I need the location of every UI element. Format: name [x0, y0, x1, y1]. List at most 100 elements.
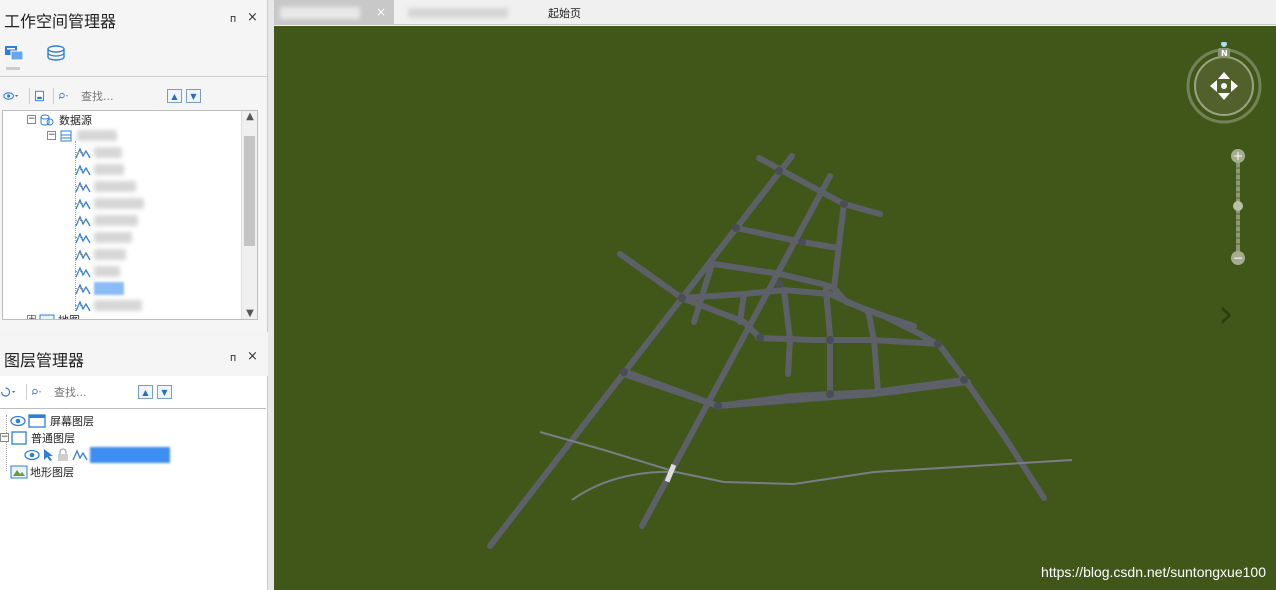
layer-prev-result-button[interactable]: ▲	[138, 385, 153, 399]
second-document-tab[interactable]	[408, 0, 518, 25]
tree-node-dataset[interactable]	[75, 246, 126, 263]
workspace-manager-panel: 工作空间管理器 ᴨ × ▲ ▼ −	[0, 0, 268, 332]
road-junction	[714, 402, 722, 410]
collapse-toggle[interactable]: −	[0, 433, 9, 442]
tree-node-map[interactable]: + 地图	[27, 311, 80, 320]
layer-search-options-button[interactable]	[26, 384, 42, 400]
window-icon	[28, 413, 46, 428]
road-segment	[781, 287, 794, 377]
layer-group-icon	[11, 430, 27, 445]
start-page-tab-label: 起始页	[548, 6, 581, 20]
lock-icon[interactable]	[56, 447, 70, 462]
layer-search-input[interactable]	[54, 385, 134, 399]
scene-next-arrow[interactable]: ›	[1218, 294, 1234, 334]
database-icon	[60, 130, 72, 141]
workspace-search-input[interactable]	[81, 89, 161, 103]
redacted-label	[94, 215, 138, 226]
scene-tab[interactable]	[44, 44, 66, 65]
refresh-dropdown-icon	[1, 387, 16, 397]
redacted-label	[94, 300, 142, 311]
scroll-down-icon[interactable]: ▼	[242, 308, 257, 319]
road-junction	[756, 334, 764, 342]
workspace-next-result-button[interactable]: ▼	[186, 89, 201, 103]
workspace-tree-icon	[5, 46, 24, 61]
layer-node-label: 地形图层	[30, 465, 74, 479]
view-options-button[interactable]	[3, 88, 19, 104]
tree-node-dataset[interactable]	[75, 263, 120, 280]
workspace-close-button[interactable]: ×	[247, 10, 258, 25]
collapse-toggle[interactable]: −	[27, 115, 36, 124]
road-junction	[732, 224, 740, 232]
eye-icon[interactable]	[10, 415, 26, 427]
scene-document-tab[interactable]: ×	[274, 0, 394, 25]
workspace-toolbar: ▲ ▼	[3, 86, 201, 106]
road-junction	[826, 390, 834, 398]
tree-node-datasource[interactable]: − 数据源	[27, 111, 92, 128]
eye-icon[interactable]	[24, 449, 40, 461]
scroll-up-icon[interactable]: ▲	[242, 111, 257, 122]
zoom-slider-icon: + −	[1231, 149, 1245, 265]
tree-node-dataset[interactable]	[75, 195, 144, 212]
open-file-button[interactable]	[29, 88, 45, 104]
tree-node-label: 数据源	[59, 113, 92, 127]
workspace-pin-button[interactable]: ᴨ	[230, 12, 236, 25]
road-junction	[620, 368, 628, 376]
layer-manager-panel: 图层管理器 ᴨ × ▲ ▼ 屏幕图层 − 普通图层	[0, 336, 268, 590]
road-segment	[756, 155, 883, 217]
redacted-label	[94, 198, 144, 209]
tree-node-label: 地图	[58, 313, 80, 320]
workspace-tree: − 数据源 − + 地图 ▲ ▼	[2, 110, 258, 320]
layer-node-normal[interactable]: − 普通图层	[0, 429, 75, 446]
road-segment	[865, 307, 881, 395]
road-junction	[960, 376, 968, 384]
layer-pin-button[interactable]: ᴨ	[230, 351, 236, 364]
road-segment	[715, 377, 967, 409]
road-junction	[678, 294, 686, 302]
zoom-slider[interactable]: + −	[1230, 148, 1246, 266]
road-segment	[737, 291, 747, 325]
layer-node-screen[interactable]: 屏幕图层	[10, 412, 94, 429]
layer-toolbar: ▲ ▼	[0, 382, 172, 402]
road-segment	[755, 335, 941, 347]
workspace-tree-scrollbar[interactable]: ▲ ▼	[241, 111, 257, 319]
tree-node-dataset[interactable]	[75, 144, 122, 161]
navigation-compass[interactable]: N	[1186, 41, 1266, 126]
layer-manager-title: 图层管理器	[4, 351, 85, 370]
road-junction	[776, 280, 784, 288]
tree-node-dataset[interactable]	[75, 161, 124, 178]
layer-next-result-button[interactable]: ▼	[157, 385, 172, 399]
layer-node-label: 普通图层	[31, 431, 75, 445]
start-page-tab[interactable]: 起始页	[548, 0, 608, 25]
redacted-label	[94, 164, 124, 175]
compass-north-label: N	[1221, 49, 1228, 58]
collapse-toggle[interactable]: −	[47, 131, 56, 140]
tree-node-datasource-item[interactable]: −	[47, 127, 117, 144]
svg-text:−: −	[1233, 251, 1243, 265]
scrollbar-thumb[interactable]	[244, 136, 255, 246]
tree-node-dataset[interactable]	[75, 229, 132, 246]
select-cursor-icon[interactable]	[42, 448, 54, 462]
refresh-button[interactable]	[0, 384, 16, 400]
tree-node-dataset[interactable]	[75, 178, 136, 195]
tree-node-dataset[interactable]	[75, 297, 142, 314]
expand-toggle[interactable]: +	[27, 315, 36, 319]
eye-dropdown-icon	[3, 92, 19, 100]
layer-close-button[interactable]: ×	[247, 349, 258, 364]
workspace-prev-result-button[interactable]: ▲	[167, 89, 182, 103]
tree-node-dataset-selected[interactable]	[75, 280, 124, 297]
watermark-text: https://blog.csdn.net/suntongxue100	[1041, 564, 1266, 580]
layer-node-terrain[interactable]: 地形图层	[10, 463, 74, 480]
scene-viewport[interactable]: ‹ › N + −	[274, 26, 1276, 590]
tree-node-dataset[interactable]	[75, 212, 138, 229]
road-segment	[733, 225, 841, 251]
road-junction	[826, 336, 834, 344]
scene-layers-icon	[47, 45, 65, 61]
workspace-tab[interactable]	[4, 44, 24, 65]
search-icon	[31, 388, 41, 395]
search-options-button[interactable]	[53, 88, 69, 104]
close-tab-icon[interactable]: ×	[376, 5, 386, 19]
redacted-selected-label	[94, 282, 124, 295]
document-tabbar: × 起始页	[274, 0, 1276, 25]
layer-node-dataset[interactable]	[24, 446, 170, 463]
road-junction	[775, 167, 783, 175]
